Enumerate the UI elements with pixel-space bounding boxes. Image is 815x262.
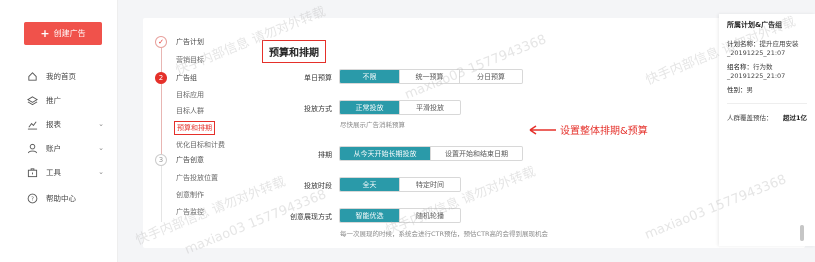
summary-group-label: 组名称：	[727, 63, 753, 71]
step-sub-creative-make[interactable]: 创意制作	[176, 190, 204, 200]
summary-gender: 性别：男	[727, 86, 807, 95]
layers-icon	[26, 94, 38, 106]
sidebar-item-label: 报表	[46, 119, 61, 129]
schedule-option-date-range[interactable]: 设置开始和结束日期	[431, 147, 522, 160]
step-plan[interactable]: 广告计划	[176, 37, 204, 47]
time-slot-option-specific[interactable]: 特定时间	[400, 178, 460, 191]
summary-title: 所属计划&广告组	[727, 21, 783, 29]
create-ad-button[interactable]: + 创建广告	[24, 22, 102, 45]
delivery-label: 投放方式	[304, 105, 332, 113]
step-sub-optimization[interactable]: 优化目标和计费	[176, 140, 225, 150]
display-selector: 智能优选 随机轮播	[339, 208, 461, 223]
create-ad-label: 创建广告	[53, 29, 86, 38]
display-hint: 每一次展现的时候，系统会进行CTR预估，预估CTR高的会得到展现机会	[340, 230, 549, 238]
daily-budget-option-per-day[interactable]: 分日预算	[460, 70, 522, 83]
step-sub-target-audience[interactable]: 目标人群	[176, 106, 204, 116]
sidebar-item-label: 工具	[46, 167, 61, 177]
sidebar-item-label: 帮助中心	[46, 193, 76, 203]
delivery-option-normal[interactable]: 正常投放	[340, 101, 400, 114]
delivery-option-smooth[interactable]: 平滑投放	[400, 101, 460, 114]
display-option-random[interactable]: 随机轮播	[400, 209, 460, 222]
summary-gender-value: 男	[746, 86, 754, 94]
step-sub-target-app[interactable]: 目标应用	[176, 90, 204, 100]
delivery-selector: 正常投放 平滑投放	[339, 100, 461, 115]
user-icon	[26, 142, 38, 154]
summary-plan-label: 计划名称：	[727, 40, 760, 48]
chart-icon	[26, 118, 38, 130]
home-icon	[26, 70, 38, 82]
time-slot-selector: 全天 特定时间	[339, 177, 461, 192]
time-slot-option-all-day[interactable]: 全天	[340, 178, 400, 191]
sidebar-item-account[interactable]: 账户 ⌄	[26, 142, 106, 154]
plus-icon: +	[40, 27, 50, 40]
daily-budget-selector: 不限 统一预算 分日预算	[339, 69, 523, 84]
step-complete-icon: ✓	[155, 36, 167, 48]
summary-group: 组名称：行为数_20191225_21:07	[727, 63, 807, 81]
summary-gender-label: 性别：	[727, 86, 747, 94]
step-connector	[161, 166, 162, 222]
step-adgroup[interactable]: 广告组	[176, 73, 197, 83]
step-connector	[161, 84, 162, 154]
audience-estimate-value: 超过1亿	[782, 114, 807, 122]
schedule-label: 排期	[318, 151, 332, 159]
daily-budget-label: 单日预算	[304, 74, 332, 82]
step-creative[interactable]: 广告创意	[176, 155, 204, 165]
sidebar-item-tools[interactable]: 工具 ⌄	[26, 166, 106, 178]
step-number-badge: 2	[155, 72, 167, 84]
step-sub-budget-schedule[interactable]: 预算和排期	[174, 121, 215, 135]
sidebar-item-home[interactable]: 我的首页	[26, 70, 106, 82]
arrow-left-icon	[529, 125, 556, 135]
section-title: 预算和排期	[262, 40, 326, 63]
step-connector	[161, 48, 162, 72]
display-option-smart[interactable]: 智能优选	[340, 209, 400, 222]
chevron-down-icon: ⌄	[98, 168, 104, 176]
audience-estimate: 人群覆盖预估： 超过1亿	[727, 112, 807, 122]
help-icon: ?	[26, 192, 38, 204]
summary-plan: 计划名称：提升应用安装_20191225_21:07	[727, 40, 807, 58]
display-label: 创意展现方式	[290, 213, 332, 221]
chevron-down-icon: ⌄	[98, 120, 104, 128]
form-card	[143, 18, 805, 248]
sidebar-item-promotion[interactable]: 推广	[26, 94, 106, 106]
scrollbar[interactable]	[800, 225, 804, 241]
svg-text:?: ?	[31, 196, 34, 202]
step-number-badge: 3	[155, 154, 167, 166]
sidebar: + 创建广告 我的首页 推广 报表 ⌄ 账户 ⌄ 工具 ⌄ ? 帮助中心	[0, 0, 118, 262]
sidebar-item-label: 账户	[46, 143, 61, 153]
daily-budget-option-unified[interactable]: 统一预算	[400, 70, 460, 83]
audience-estimate-label: 人群覆盖预估：	[727, 114, 773, 122]
sidebar-item-label: 推广	[46, 95, 61, 105]
summary-panel: 所属计划&广告组 计划名称：提升应用安装_20191225_21:07 组名称：…	[719, 14, 815, 246]
step-sub-goal[interactable]: 营销目标	[176, 55, 204, 65]
sidebar-item-label: 我的首页	[46, 71, 76, 81]
chevron-down-icon: ⌄	[98, 144, 104, 152]
schedule-selector: 从今天开始长期投放 设置开始和结束日期	[339, 146, 523, 161]
annotation-text: 设置整体排期&预算	[560, 126, 648, 137]
sidebar-item-help[interactable]: ? 帮助中心	[26, 192, 106, 204]
daily-budget-option-unlimited[interactable]: 不限	[340, 70, 400, 83]
toolbox-icon	[26, 166, 38, 178]
sidebar-item-reports[interactable]: 报表 ⌄	[26, 118, 106, 130]
schedule-option-long-term[interactable]: 从今天开始长期投放	[340, 147, 431, 160]
step-sub-placement[interactable]: 广告投放位置	[176, 173, 218, 183]
time-slot-label: 投放时段	[304, 182, 332, 190]
step-sub-monitoring[interactable]: 广告监控	[176, 207, 204, 217]
delivery-hint: 尽快展示广告消耗预算	[340, 121, 405, 129]
divider	[727, 103, 807, 104]
